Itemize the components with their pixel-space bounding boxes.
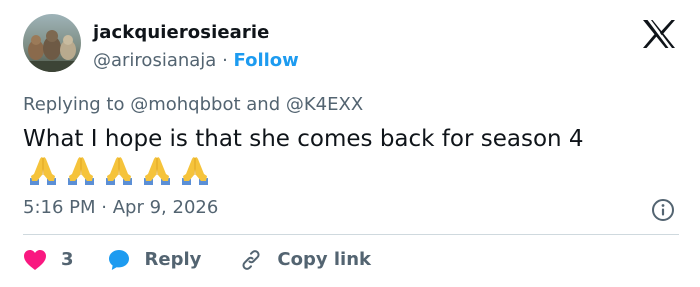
folded-hands-icon (27, 154, 59, 188)
display-name[interactable]: jackquierosiearie (93, 20, 299, 46)
reply-joiner: and (246, 94, 281, 115)
action-bar: 3 Reply Copy link (23, 245, 371, 275)
reply-context: Replying to @mohqbbot and @K4EXX (23, 92, 363, 118)
reply-prefix: Replying to (23, 94, 125, 115)
heart-icon (24, 250, 46, 270)
tweet-card: jackquierosiearie @arirosianaja · Follow… (0, 0, 700, 287)
mention-link[interactable]: @mohqbbot (130, 94, 240, 115)
speech-bubble-icon (108, 250, 129, 270)
copy-link-button[interactable]: Copy link (239, 247, 371, 273)
link-icon (242, 250, 260, 270)
info-icon[interactable] (651, 198, 675, 222)
folded-hands-icon (141, 154, 173, 188)
post-date: Apr 9, 2026 (112, 197, 219, 218)
handle-row: @arirosianaja · Follow (93, 48, 299, 74)
copy-link-label: Copy link (277, 249, 371, 270)
mention-link[interactable]: @K4EXX (286, 94, 363, 115)
post-time: 5:16 PM (23, 197, 96, 218)
folded-hands-icon (179, 154, 211, 188)
tweet-text: What I hope is that she comes back for s… (23, 126, 584, 152)
handle[interactable]: @arirosianaja (93, 50, 216, 71)
avatar[interactable] (23, 14, 81, 72)
timestamp[interactable]: 5:16 PM · Apr 9, 2026 (23, 195, 218, 221)
emoji-row (27, 154, 211, 188)
divider (23, 234, 679, 235)
handle-separator: · (222, 50, 228, 71)
folded-hands-icon (65, 154, 97, 188)
x-logo[interactable] (641, 19, 677, 49)
reply-label: Reply (144, 249, 202, 270)
folded-hands-icon (103, 154, 135, 188)
author-block: jackquierosiearie @arirosianaja · Follow (93, 20, 299, 74)
reply-button[interactable]: Reply (107, 247, 202, 273)
like-count: 3 (61, 249, 74, 270)
like-button[interactable]: 3 (23, 247, 74, 273)
follow-button[interactable]: Follow (234, 50, 299, 71)
time-separator: · (101, 197, 107, 218)
